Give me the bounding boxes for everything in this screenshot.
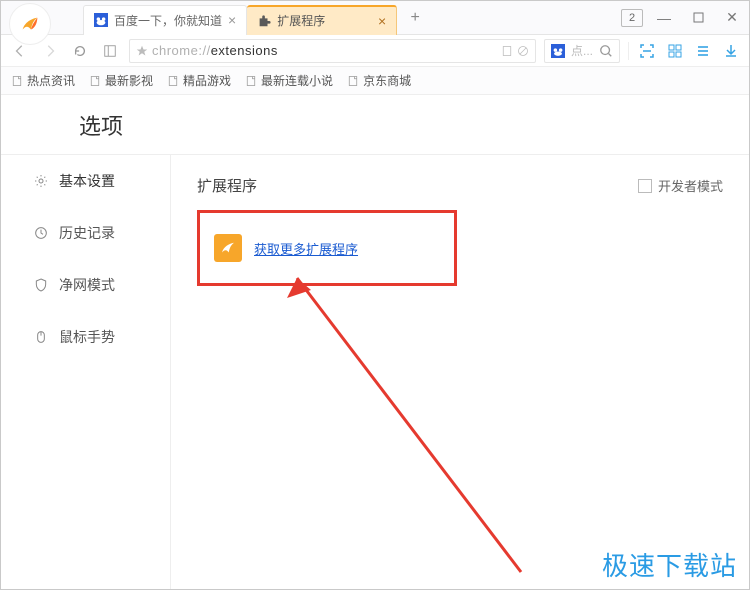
search-icon[interactable] [599, 44, 613, 58]
search-placeholder: 点... [571, 42, 593, 59]
bookmark-item[interactable]: 最新影视 [89, 72, 153, 89]
page-icon [167, 75, 179, 87]
puzzle-icon [257, 14, 271, 28]
minimize-button[interactable]: — [651, 5, 677, 31]
devmode-label: 开发者模式 [658, 176, 723, 195]
star-icon[interactable] [136, 45, 148, 57]
get-more-extensions-link[interactable]: 获取更多扩展程序 [254, 239, 358, 258]
search-engine-box[interactable]: 点... [544, 39, 620, 63]
tab-label: 扩展程序 [277, 12, 325, 29]
address-bar: chrome://extensions 点... [1, 35, 749, 67]
scan-icon[interactable] [637, 41, 657, 61]
tab-extensions[interactable]: 扩展程序 × [247, 5, 397, 35]
clock-icon [33, 225, 49, 241]
baidu-icon [551, 44, 565, 58]
bookmark-item[interactable]: 京东商城 [347, 72, 411, 89]
download-icon[interactable] [721, 41, 741, 61]
watermark: 极速下载站 [602, 546, 737, 583]
extension-store-icon [214, 234, 242, 262]
mouse-icon [33, 329, 49, 345]
sidebar-item-basic-settings[interactable]: 基本设置 [1, 155, 170, 207]
tab-baidu[interactable]: 百度一下，你就知道 × [83, 5, 247, 35]
titlebar: 百度一下，你就知道 × 扩展程序 × + 2 — ✕ [1, 1, 749, 35]
page-title-bar: 选项 [1, 95, 749, 155]
forward-button[interactable] [39, 40, 61, 62]
bookmark-item[interactable]: 精品游戏 [167, 72, 231, 89]
menu-icon[interactable] [693, 41, 713, 61]
close-icon[interactable]: × [378, 13, 386, 29]
block-icon[interactable] [517, 45, 529, 57]
sidebar-item-label: 基本设置 [59, 171, 115, 191]
tab-count-badge[interactable]: 2 [621, 9, 643, 27]
sidebar-item-label: 鼠标手势 [59, 327, 115, 347]
checkbox-icon[interactable] [638, 179, 652, 193]
bookmark-item[interactable]: 最新连载小说 [245, 72, 333, 89]
sidebar-item-label: 历史记录 [59, 223, 115, 243]
baidu-icon [94, 13, 108, 27]
page-icon [347, 75, 359, 87]
sidebar-item-label: 净网模式 [59, 275, 115, 295]
sidebar-item-mouse-gesture[interactable]: 鼠标手势 [1, 311, 170, 363]
url-input[interactable]: chrome://extensions [129, 39, 536, 63]
reload-button[interactable] [69, 40, 91, 62]
highlight-annotation: 获取更多扩展程序 [197, 210, 457, 286]
bookmark-item[interactable]: 热点资讯 [11, 72, 75, 89]
new-tab-button[interactable]: + [401, 4, 429, 32]
browser-logo [1, 1, 61, 35]
hummingbird-icon [19, 13, 41, 35]
bookmarks-bar: 热点资讯 最新影视 精品游戏 最新连载小说 京东商城 [1, 67, 749, 95]
gear-icon [33, 173, 49, 189]
sidebar-item-history[interactable]: 历史记录 [1, 207, 170, 259]
annotation-arrow-icon [281, 260, 541, 580]
shield-icon [33, 277, 49, 293]
sidebar-toggle-button[interactable] [99, 40, 121, 62]
main-title: 扩展程序 [197, 175, 257, 196]
main-content: 扩展程序 开发者模式 获取更多扩展程序 极速下载站 [171, 155, 749, 589]
page-icon [245, 75, 257, 87]
sidebar: 基本设置 历史记录 净网模式 鼠标手势 [1, 155, 171, 589]
sidebar-item-clean-mode[interactable]: 净网模式 [1, 259, 170, 311]
page-icon [89, 75, 101, 87]
page-icon[interactable] [501, 45, 513, 57]
tab-label: 百度一下，你就知道 [114, 12, 222, 29]
developer-mode-checkbox[interactable]: 开发者模式 [638, 176, 723, 195]
url-text: chrome://extensions [152, 43, 497, 58]
maximize-button[interactable] [685, 5, 711, 31]
close-window-button[interactable]: ✕ [719, 5, 745, 31]
apps-icon[interactable] [665, 41, 685, 61]
page-icon [11, 75, 23, 87]
close-icon[interactable]: × [228, 12, 236, 28]
page-title: 选项 [79, 109, 123, 141]
